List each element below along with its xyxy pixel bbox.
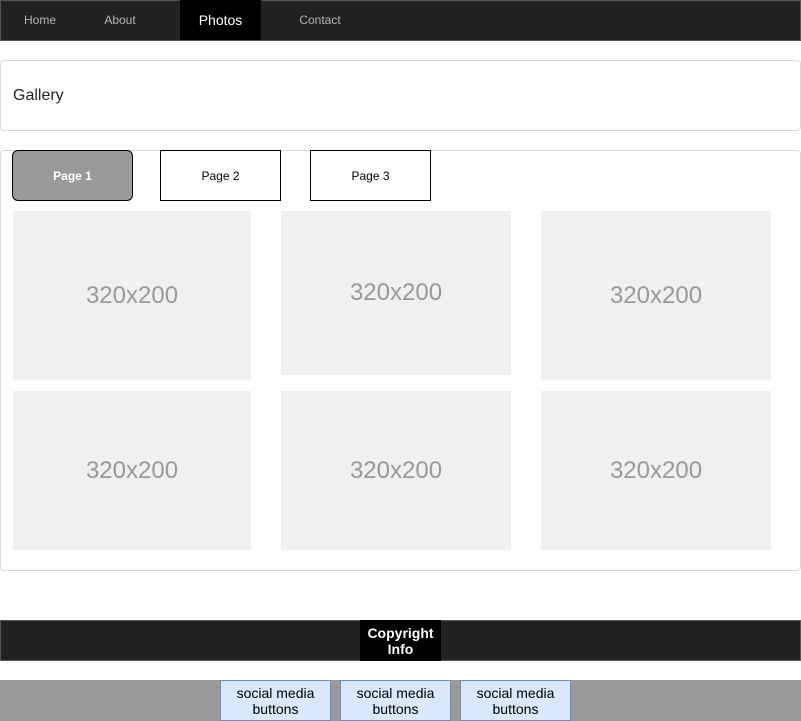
photo-thumbnail[interactable]: 320x200 xyxy=(13,391,251,550)
page-button-label: Page 1 xyxy=(53,168,92,183)
nav-item-label: Photos xyxy=(198,12,243,28)
nav-item-about[interactable]: About xyxy=(80,0,160,40)
page-title: Gallery xyxy=(13,86,64,104)
page-2-button[interactable]: Page 2 xyxy=(160,150,281,201)
thumbnail-label: 320x200 xyxy=(349,279,443,306)
copyright-info: Copyright Info xyxy=(360,620,441,661)
photo-thumbnail[interactable]: 320x200 xyxy=(541,211,771,380)
photo-thumbnail[interactable]: 320x200 xyxy=(541,391,771,550)
photo-thumbnail[interactable]: 320x200 xyxy=(281,211,511,375)
thumbnail-label: 320x200 xyxy=(85,456,179,484)
gallery-header: Gallery xyxy=(0,60,801,131)
thumbnail-label: 320x200 xyxy=(349,456,443,484)
social-button-label: social media buttons xyxy=(236,684,315,717)
nav-item-home[interactable]: Home xyxy=(0,0,80,40)
social-button-label: social media buttons xyxy=(476,684,555,717)
thumbnail-label: 320x200 xyxy=(609,281,703,309)
page-button-label: Page 2 xyxy=(201,168,240,183)
nav-item-contact[interactable]: Contact xyxy=(280,0,360,40)
nav-item-label: Contact xyxy=(299,13,341,27)
photo-thumbnail[interactable]: 320x200 xyxy=(13,211,251,380)
nav-item-label: About xyxy=(104,13,136,27)
social-media-button[interactable]: social media buttons xyxy=(340,680,451,721)
nav-item-label: Home xyxy=(23,13,56,27)
page-button-label: Page 3 xyxy=(351,168,390,183)
thumbnail-label: 320x200 xyxy=(85,281,179,309)
social-media-button[interactable]: social media buttons xyxy=(460,680,571,721)
nav-item-photos[interactable]: Photos xyxy=(180,0,261,40)
page-1-button[interactable]: Page 1 xyxy=(12,150,133,201)
thumbnail-label: 320x200 xyxy=(609,456,703,484)
page-3-button[interactable]: Page 3 xyxy=(310,150,431,201)
copyright-text: Copyright Info xyxy=(367,624,434,657)
social-button-label: social media buttons xyxy=(356,684,435,717)
social-media-button[interactable]: social media buttons xyxy=(220,680,331,721)
photo-thumbnail[interactable]: 320x200 xyxy=(281,391,511,550)
